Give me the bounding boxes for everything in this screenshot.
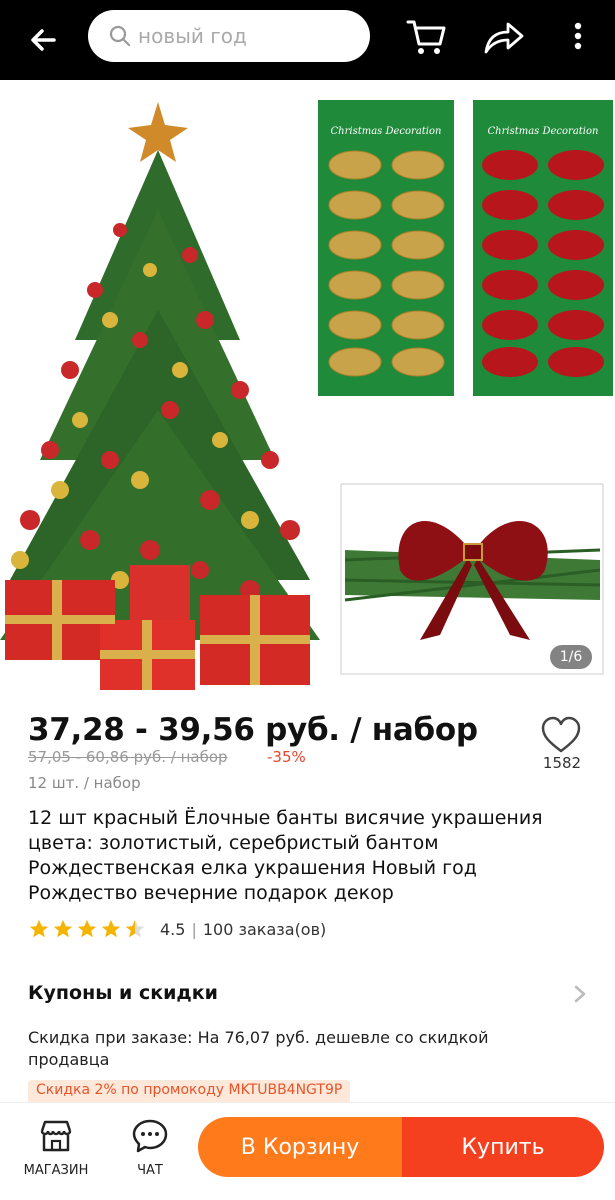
bottom-action-bar: МАГАЗИН ЧАТ В Корзину Купить — [0, 1102, 615, 1200]
rating-stars — [28, 918, 146, 940]
image-counter: 1/6 — [550, 645, 592, 669]
red-bows-card-image: Christmas Decoration — [473, 100, 613, 396]
wishlist-button[interactable] — [540, 716, 582, 756]
coupons-title[interactable]: Купоны и скидки — [28, 982, 218, 1004]
chevron-right-icon[interactable] — [572, 984, 588, 1004]
price-range: 37,28 - 39,56 руб. / набор — [28, 712, 478, 748]
star-icon — [53, 919, 73, 938]
gold-bows-card-image: Christmas Decoration — [318, 100, 454, 396]
discount-badge: -35% — [267, 748, 306, 766]
product-image-gallery[interactable]: Christmas Decoration Christmas Decoratio… — [0, 80, 615, 700]
chat-label: ЧАТ — [137, 1163, 163, 1178]
product-title: 12 шт красный Ёлочные банты висячие укра… — [28, 807, 543, 904]
svg-text:Christmas Decoration: Christmas Decoration — [331, 126, 442, 137]
product-image: Christmas Decoration Christmas Decoratio… — [0, 100, 613, 690]
svg-text:Christmas Decoration: Christmas Decoration — [488, 126, 599, 137]
coupon-description: Скидка при заказе: На 76,07 руб. дешевле… — [28, 1028, 489, 1069]
cart-button[interactable] — [404, 14, 448, 58]
search-input[interactable] — [138, 24, 358, 48]
add-to-cart-button[interactable]: В Корзину — [198, 1117, 402, 1177]
old-price: 57,05 - 60,86 руб. / набор — [28, 748, 228, 766]
arrow-left-icon — [31, 29, 56, 51]
star-icon — [77, 919, 97, 938]
section-divider — [0, 955, 615, 965]
christmas-tree-image — [0, 102, 320, 690]
rating-row[interactable]: 4.5 | 100 заказа(ов) — [28, 916, 326, 942]
store-button[interactable]: МАГАЗИН — [18, 1113, 94, 1189]
more-vertical-icon — [574, 22, 582, 50]
rating-value: 4.5 — [160, 919, 186, 939]
buy-now-button[interactable]: Купить — [402, 1117, 604, 1177]
search-bar[interactable] — [88, 10, 370, 62]
store-icon — [40, 1120, 72, 1152]
rating-separator: | — [191, 919, 197, 939]
chat-icon — [132, 1119, 168, 1153]
chat-button[interactable]: ЧАТ — [112, 1113, 188, 1189]
store-label: МАГАЗИН — [23, 1163, 89, 1178]
unit-info: 12 шт. / набор — [28, 774, 141, 792]
heart-icon — [541, 716, 581, 753]
promo-code-badge[interactable]: Скидка 2% по промокоду MKTUBB4NGT9P — [28, 1080, 351, 1104]
cart-icon — [406, 20, 446, 54]
star-half-icon — [125, 919, 145, 938]
share-button[interactable] — [480, 16, 524, 60]
wishlist-count: 1582 — [542, 754, 582, 772]
share-icon — [484, 22, 524, 54]
more-options-button[interactable] — [564, 16, 592, 60]
back-button[interactable] — [22, 18, 66, 62]
search-icon — [109, 25, 131, 47]
top-bar — [0, 0, 615, 80]
star-icon — [101, 919, 121, 938]
orders-count: 100 заказа(ов) — [202, 919, 327, 939]
star-icon — [29, 919, 49, 938]
